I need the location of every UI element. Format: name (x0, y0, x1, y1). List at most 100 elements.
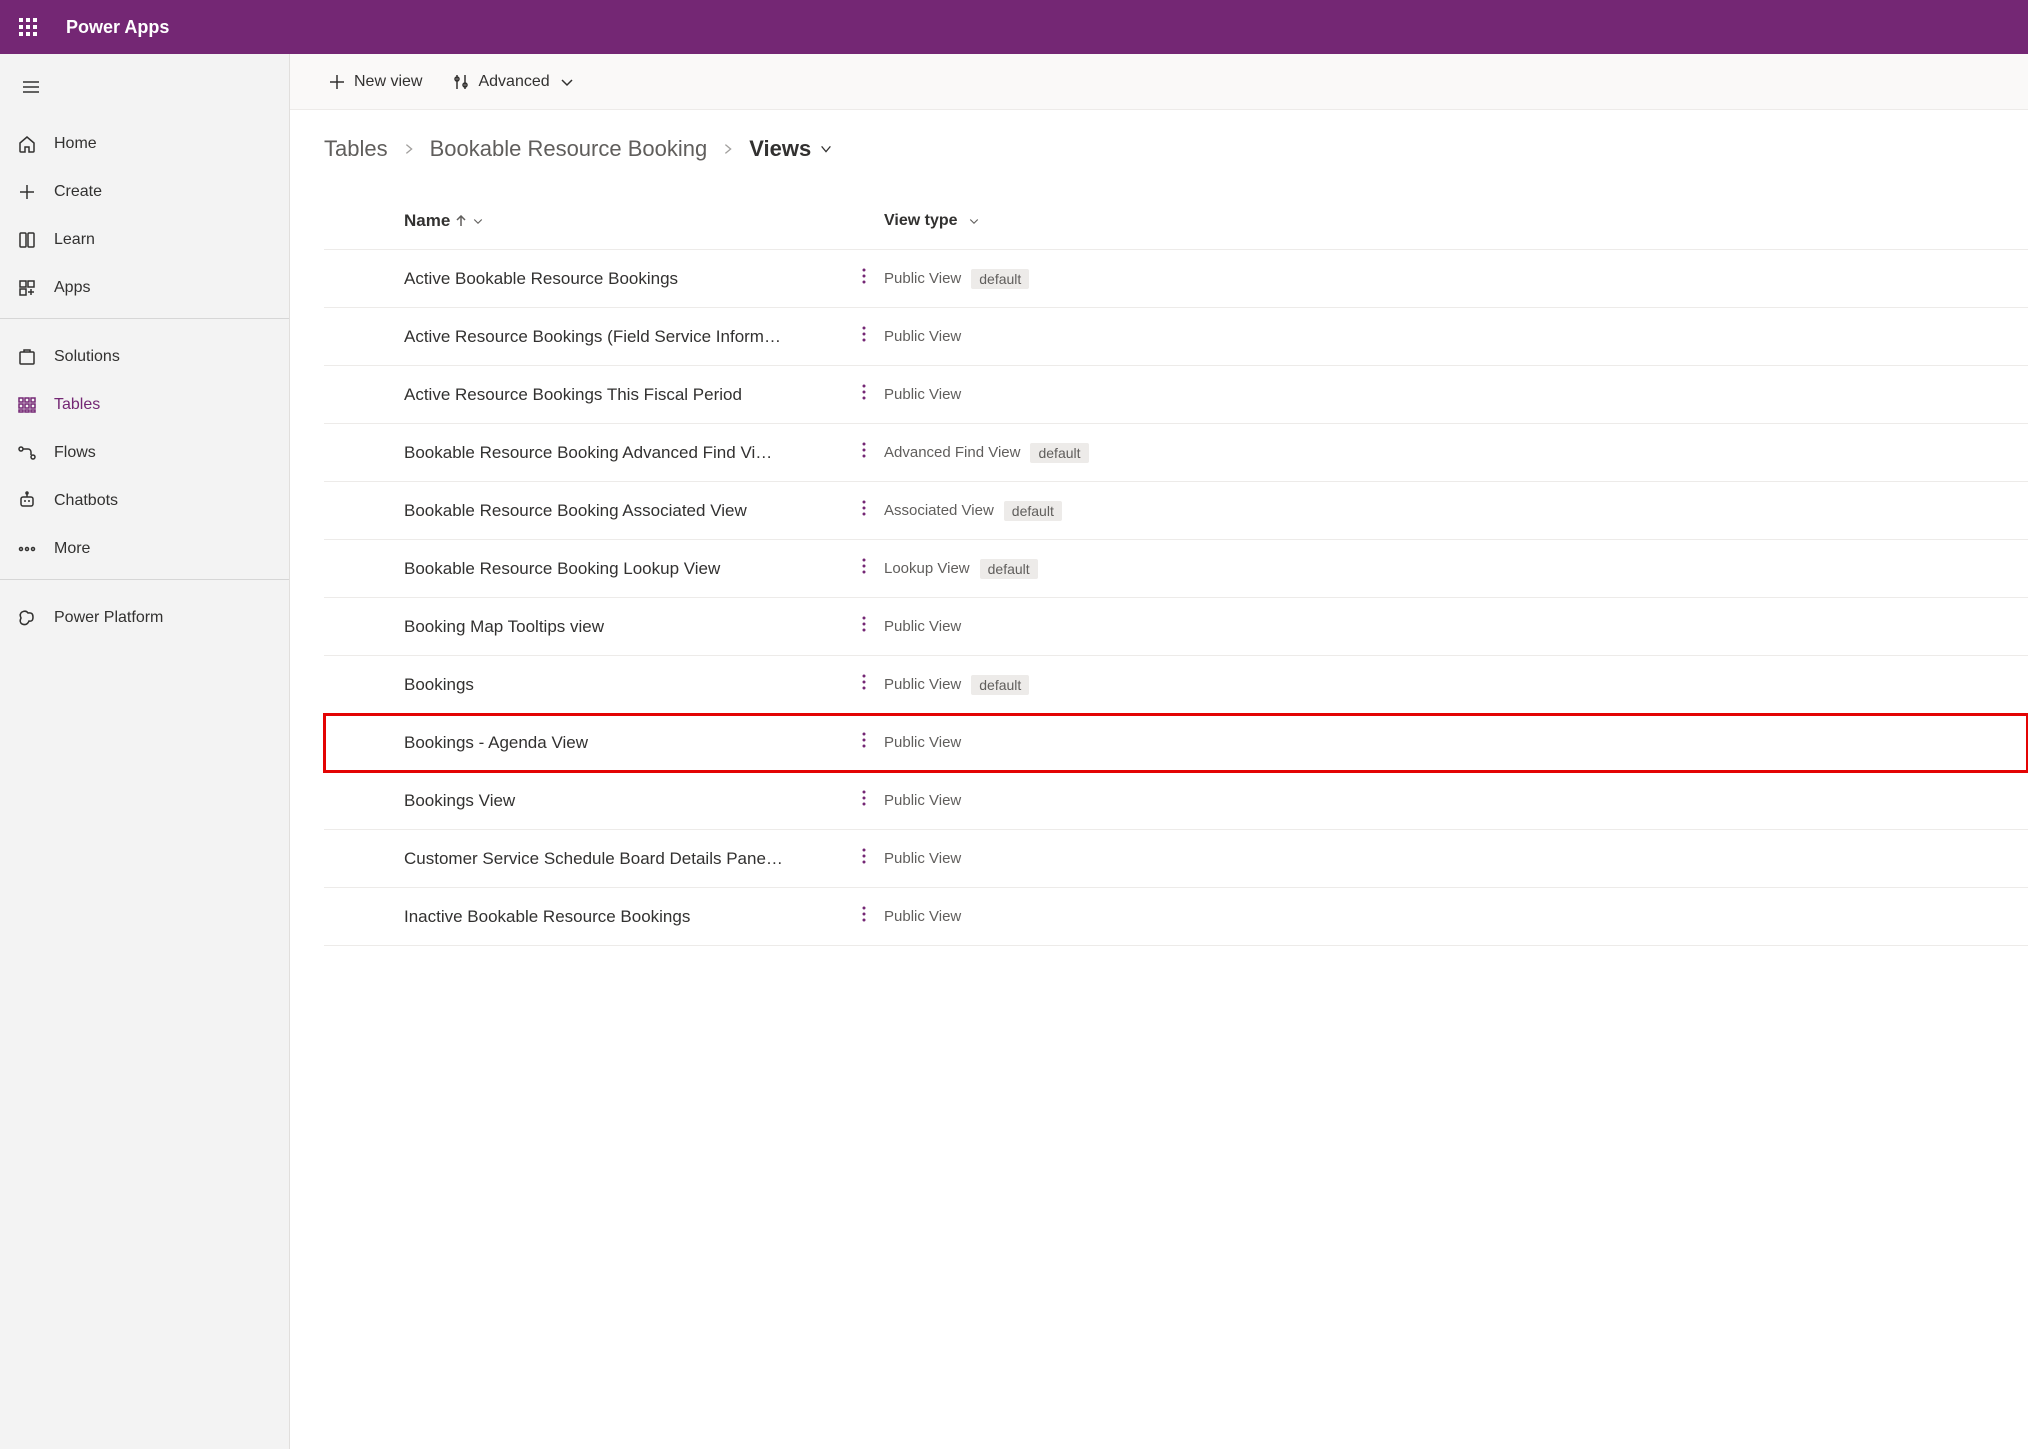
view-type-label: Public View (884, 270, 961, 287)
nav-item-create[interactable]: Create (0, 168, 289, 216)
sidebar: Home Create Learn Apps Solutions Tables Flows… (0, 54, 290, 1449)
view-name-link[interactable]: Bookable Resource Booking Associated Vie… (404, 501, 844, 521)
view-type-label: Public View (884, 850, 961, 867)
flows-icon (16, 442, 38, 464)
nav-collapse-button[interactable] (8, 68, 54, 106)
view-type-label: Public View (884, 386, 961, 403)
view-type-label: Public View (884, 792, 961, 809)
breadcrumb-entity[interactable]: Bookable Resource Booking (430, 136, 708, 162)
chevron-down-icon (968, 215, 980, 227)
row-more-button[interactable] (862, 268, 866, 289)
view-name-link[interactable]: Active Resource Bookings This Fiscal Per… (404, 385, 844, 405)
nav-item-label: Create (54, 183, 102, 201)
view-name-link[interactable]: Bookings View (404, 791, 844, 811)
nav-item-label: Apps (54, 279, 90, 297)
breadcrumb-current[interactable]: Views (749, 136, 833, 162)
nav-item-label: Home (54, 135, 97, 153)
breadcrumb-root[interactable]: Tables (324, 136, 388, 162)
table-row: Booking Map Tooltips view Public View (324, 598, 2028, 656)
view-name-link[interactable]: Active Bookable Resource Bookings (404, 269, 844, 289)
advanced-button[interactable]: Advanced (448, 67, 579, 97)
table-row: Bookable Resource Booking Advanced Find … (324, 424, 2028, 482)
row-more-button[interactable] (862, 500, 866, 521)
home-icon (16, 133, 38, 155)
nav-item-home[interactable]: Home (0, 120, 289, 168)
row-more-button[interactable] (862, 616, 866, 637)
new-view-button[interactable]: New view (324, 67, 426, 97)
view-name-link[interactable]: Bookings - Agenda View (404, 733, 844, 753)
row-more-button[interactable] (862, 906, 866, 927)
view-type-cell: Public View (884, 328, 1204, 345)
view-type-cell: Public View (884, 792, 1204, 809)
default-badge: default (971, 269, 1029, 289)
nav-divider (0, 579, 289, 580)
nav-item-label: Tables (54, 396, 100, 414)
advanced-label: Advanced (478, 73, 549, 91)
column-header-viewtype-label: View type (884, 212, 958, 230)
app-header: Power Apps (0, 0, 2028, 54)
view-name-link[interactable]: Inactive Bookable Resource Bookings (404, 907, 844, 927)
waffle-icon (19, 18, 37, 36)
nav-item-learn[interactable]: Learn (0, 216, 289, 264)
nav-item-chatbots[interactable]: Chatbots (0, 477, 289, 525)
nav-item-label: Power Platform (54, 609, 163, 627)
plus-icon (328, 73, 346, 91)
view-name-link[interactable]: Bookable Resource Booking Lookup View (404, 559, 844, 579)
plus-icon (16, 181, 38, 203)
row-more-button[interactable] (862, 384, 866, 405)
view-type-cell: Public View default (884, 269, 1204, 289)
view-type-label: Public View (884, 618, 961, 635)
view-name-link[interactable]: Active Resource Bookings (Field Service … (404, 327, 844, 347)
row-more-button[interactable] (862, 558, 866, 579)
view-type-cell: Public View (884, 386, 1204, 403)
table-row: Active Bookable Resource Bookings Public … (324, 250, 2028, 308)
nav-item-solutions[interactable]: Solutions (0, 333, 289, 381)
app-launcher-button[interactable] (14, 13, 42, 41)
view-name-link[interactable]: Bookable Resource Booking Advanced Find … (404, 443, 844, 463)
view-name-link[interactable]: Booking Map Tooltips view (404, 617, 844, 637)
main-panel: New view Advanced Tables Bookable Resour… (290, 54, 2028, 1449)
view-type-label: Lookup View (884, 560, 970, 577)
nav-item-label: Learn (54, 231, 95, 249)
nav-item-label: Chatbots (54, 492, 118, 510)
more-icon (16, 538, 38, 560)
view-type-label: Public View (884, 908, 961, 925)
column-header-name[interactable]: Name (404, 211, 844, 231)
table-row: Bookings Public Viewdefault (324, 656, 2028, 714)
nav-item-flows[interactable]: Flows (0, 429, 289, 477)
nav-item-label: More (54, 540, 90, 558)
row-more-button[interactable] (862, 674, 866, 695)
nav-item-more[interactable]: More (0, 525, 289, 573)
view-name-link[interactable]: Customer Service Schedule Board Details … (404, 849, 844, 869)
row-more-button[interactable] (862, 732, 866, 753)
table-row: Bookings - Agenda ViewPublic View (324, 714, 2028, 772)
table-row: Inactive Bookable Resource Bookings Publi… (324, 888, 2028, 946)
chevron-down-icon (819, 142, 833, 156)
nav-divider (0, 318, 289, 319)
row-more-button[interactable] (862, 442, 866, 463)
column-header-name-label: Name (404, 211, 450, 231)
view-name-link[interactable]: Bookings (404, 675, 844, 695)
nav-item-tables[interactable]: Tables (0, 381, 289, 429)
default-badge: default (1004, 501, 1062, 521)
chevron-down-icon (472, 215, 484, 227)
table-row: Bookings View Public View (324, 772, 2028, 830)
table-row: Customer Service Schedule Board Details … (324, 830, 2028, 888)
nav-item-power-platform[interactable]: Power Platform (0, 594, 289, 642)
command-bar: New view Advanced (290, 54, 2028, 110)
column-header-viewtype[interactable]: View type (884, 212, 1204, 230)
tables-icon (16, 394, 38, 416)
default-badge: default (971, 675, 1029, 695)
nav-item-apps[interactable]: Apps (0, 264, 289, 312)
breadcrumb-sep (402, 136, 416, 162)
book-icon (16, 229, 38, 251)
view-type-label: Public View (884, 328, 961, 345)
table-row: Bookable Resource Booking Lookup View Loo… (324, 540, 2028, 598)
view-type-cell: Public Viewdefault (884, 675, 1204, 695)
row-more-button[interactable] (862, 790, 866, 811)
breadcrumb-current-label: Views (749, 136, 811, 162)
breadcrumb: Tables Bookable Resource Booking Views (324, 136, 2028, 162)
default-badge: default (1030, 443, 1088, 463)
row-more-button[interactable] (862, 326, 866, 347)
row-more-button[interactable] (862, 848, 866, 869)
